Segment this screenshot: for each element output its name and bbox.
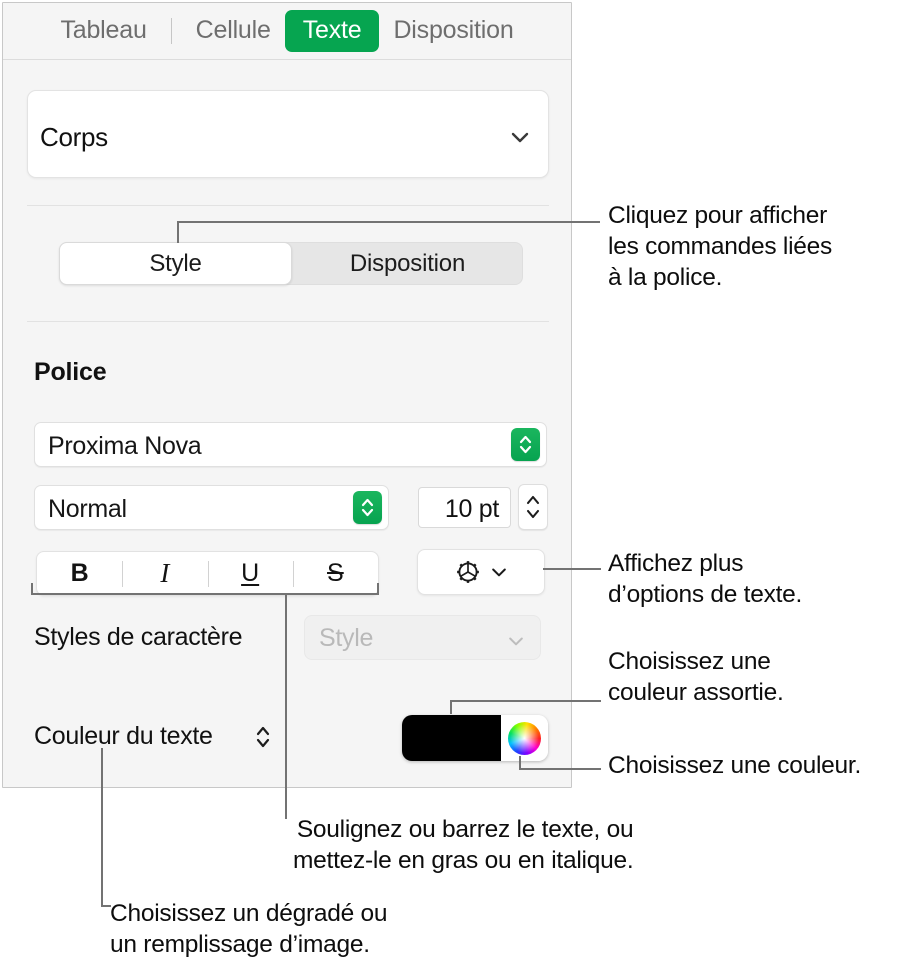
gear-icon xyxy=(457,561,479,583)
character-styles-label: Styles de caractère xyxy=(34,623,243,651)
leader-bracket-bius xyxy=(31,593,379,595)
tab-disposition[interactable]: Disposition xyxy=(379,11,527,50)
font-size-value: 10 pt xyxy=(444,495,499,523)
strikethrough-button[interactable]: S xyxy=(292,552,378,595)
text-color-label: Couleur du texte xyxy=(34,722,213,750)
leader-line-gradient-help xyxy=(101,748,103,905)
font-family-value: Proxima Nova xyxy=(48,432,202,460)
chevron-down-icon xyxy=(511,132,529,143)
underline-glyph: U xyxy=(241,559,260,587)
style-layout-segmented-control: Style Disposition xyxy=(59,242,523,285)
leader-line-bius-help xyxy=(285,593,287,819)
font-family-popup[interactable]: Proxima Nova xyxy=(34,422,547,467)
chevron-down-icon xyxy=(509,637,523,646)
toolbar-separator xyxy=(207,561,209,587)
paragraph-style-value: Corps xyxy=(40,122,108,152)
up-down-chevron-icon xyxy=(353,491,382,524)
up-down-chevron-icon xyxy=(511,428,540,461)
leader-bracket-bius-right-tick xyxy=(377,583,379,594)
strikethrough-glyph: S xyxy=(327,559,344,587)
bold-button[interactable]: B xyxy=(37,552,122,595)
font-section-heading: Police xyxy=(34,358,107,386)
font-size-stepper[interactable] xyxy=(518,484,548,530)
color-wheel-button[interactable] xyxy=(501,715,548,761)
leader-line-matching-color-drop xyxy=(450,700,452,714)
callout-font-commands: Cliquez pour afficher les commandes liée… xyxy=(608,202,833,291)
toolbar-separator xyxy=(292,561,294,587)
callout-bius-help: Soulignez ou barrez le texte, ou mettez-… xyxy=(293,816,634,874)
leader-line-matching-color xyxy=(450,700,601,702)
toolbar-separator xyxy=(122,561,124,587)
font-size-input[interactable]: 10 pt xyxy=(418,487,511,528)
tab-separator xyxy=(170,18,172,44)
underline-button[interactable]: U xyxy=(207,552,293,595)
callout-choose-color: Choisissez une couleur. xyxy=(608,752,862,779)
color-wheel-icon xyxy=(508,721,541,755)
callout-matching-color: Choisissez une couleur assortie. xyxy=(608,648,784,706)
bold-glyph: B xyxy=(70,559,89,587)
color-swatch-button[interactable] xyxy=(402,715,501,761)
callout-more-text-options: Affichez plus d’options de texte. xyxy=(608,550,803,608)
leader-line-text-options xyxy=(543,568,601,570)
italic-button[interactable]: I xyxy=(122,552,207,595)
font-weight-popup[interactable]: Normal xyxy=(34,485,389,530)
segment-disposition[interactable]: Disposition xyxy=(292,242,523,285)
segment-style[interactable]: Style xyxy=(59,242,292,285)
paragraph-style-popup[interactable]: Corps xyxy=(27,90,549,178)
leader-bracket-bius-left-tick xyxy=(31,583,33,594)
up-down-chevron-icon[interactable] xyxy=(254,723,272,751)
text-color-well xyxy=(402,715,548,761)
divider-top xyxy=(27,205,549,206)
text-format-toolbar: B I U S xyxy=(36,551,379,596)
chevron-down-icon xyxy=(492,568,506,577)
callout-gradient-help: Choisissez un dégradé ou un remplissage … xyxy=(110,900,388,958)
inspector-tab-bar: Tableau Cellule Texte Disposition xyxy=(3,3,571,60)
character-styles-placeholder: Style xyxy=(319,624,374,652)
font-weight-value: Normal xyxy=(48,495,127,523)
tab-texte[interactable]: Texte xyxy=(284,10,380,52)
character-styles-select[interactable]: Style xyxy=(304,615,541,660)
italic-glyph: I xyxy=(160,558,170,588)
leader-line-font-commands-drop xyxy=(177,221,179,243)
leader-line-choose-color xyxy=(519,768,601,770)
text-options-gear-button[interactable] xyxy=(417,549,545,595)
divider-below-segmented xyxy=(27,321,549,322)
tab-tableau[interactable]: Tableau xyxy=(46,11,160,50)
format-inspector-panel: Tableau Cellule Texte Disposition Corps … xyxy=(2,2,572,788)
leader-line-font-commands xyxy=(177,221,600,223)
tab-cellule[interactable]: Cellule xyxy=(182,11,285,50)
